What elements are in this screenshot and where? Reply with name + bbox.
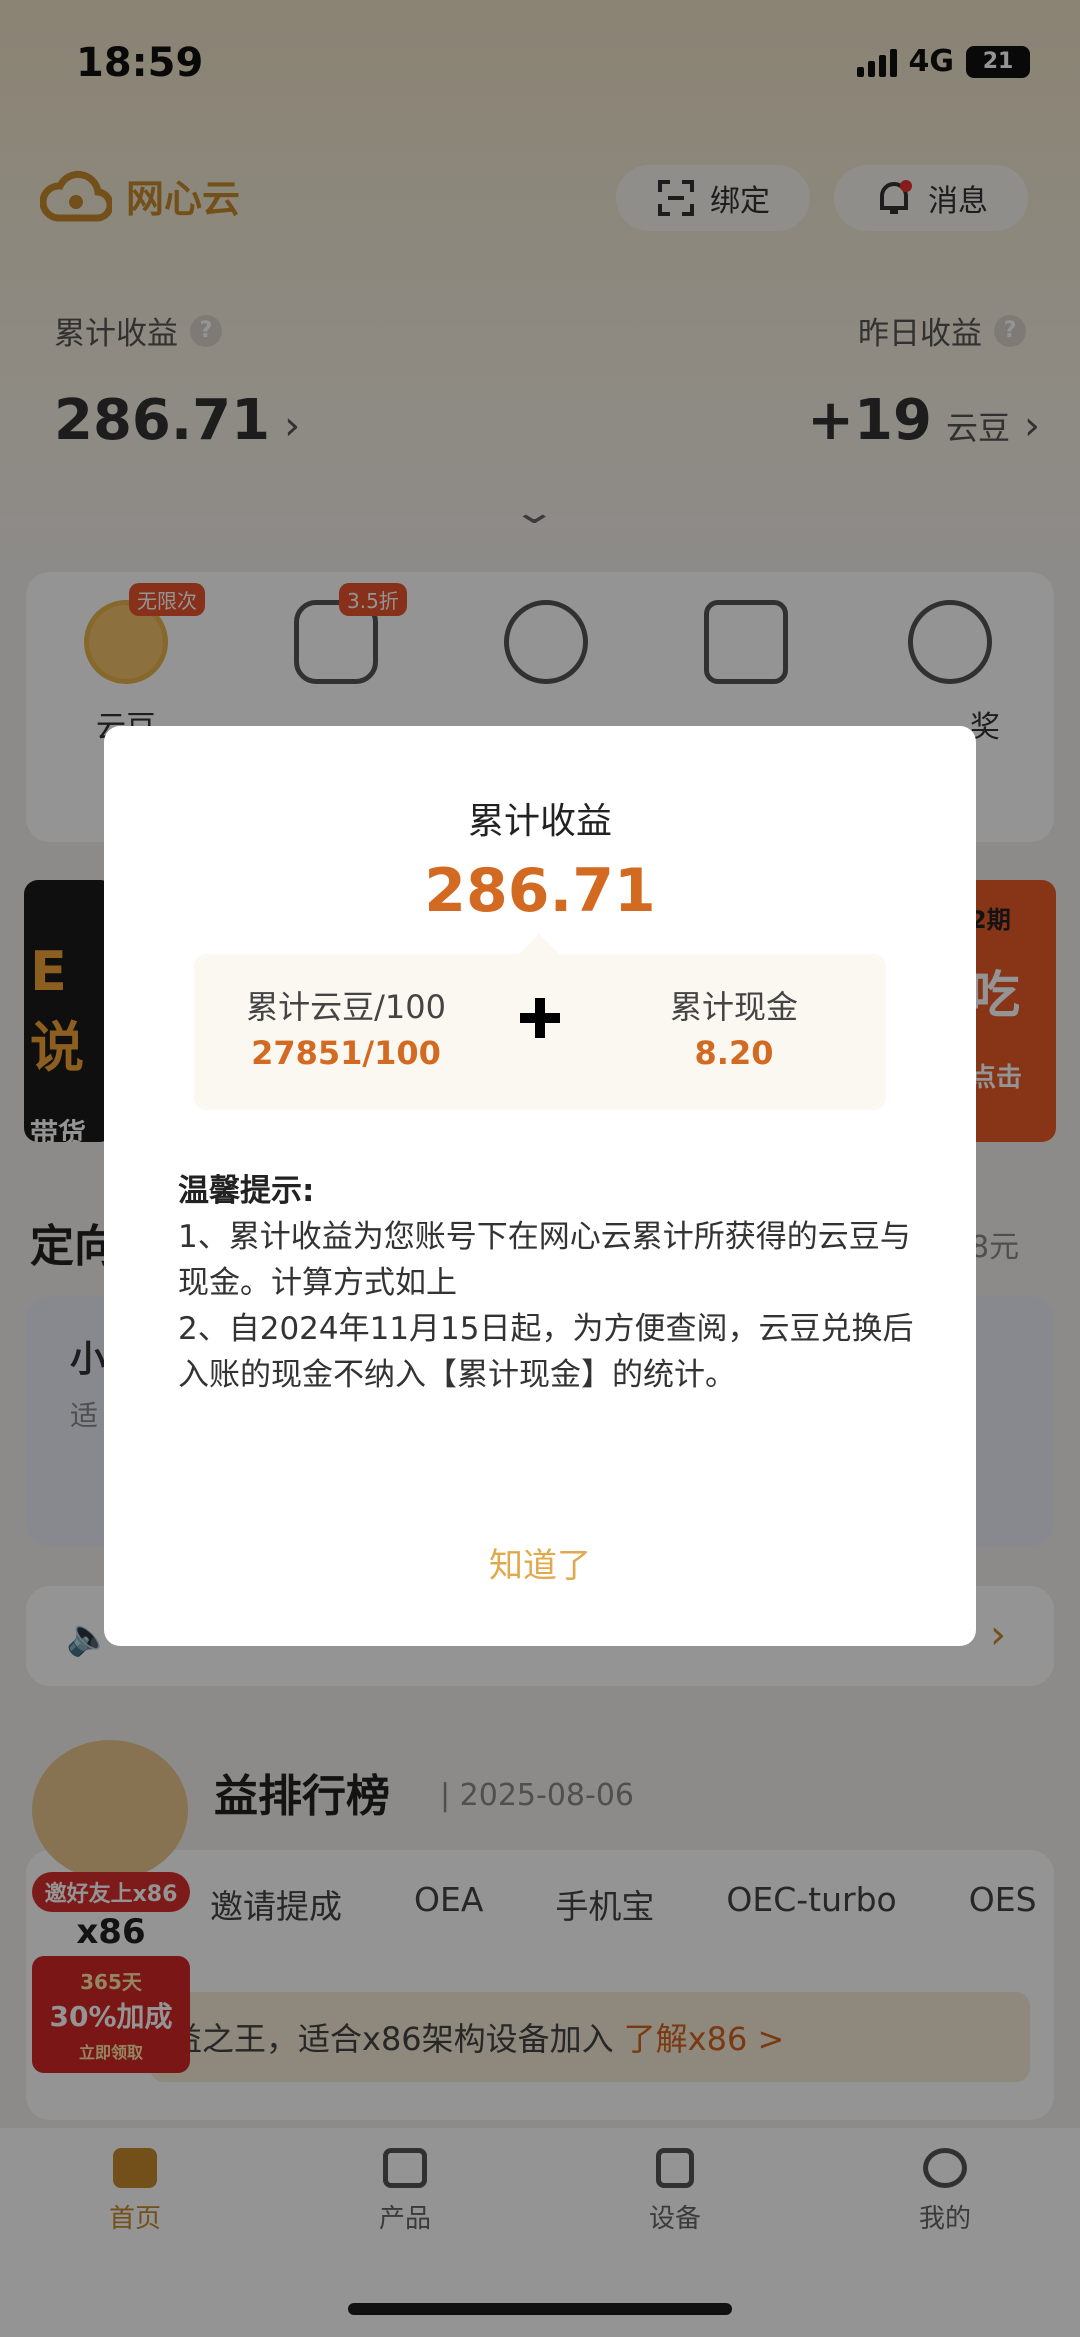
home-indicator[interactable] (348, 2303, 732, 2315)
modal-notes: 温馨提示: 1、累计收益为您账号下在网心云累计所获得的云豆与现金。计算方式如上 … (178, 1168, 918, 1398)
cash-column: 累计现金 8.20 (669, 988, 798, 1072)
confirm-button[interactable]: 知道了 (104, 1538, 976, 1587)
note-2: 2、自2024年11月15日起，为方便查阅，云豆兑换后入账的现金不纳入【累计现金… (178, 1311, 914, 1393)
plus-icon (520, 998, 560, 1038)
notes-title: 温馨提示: (178, 1173, 315, 1209)
note-1: 1、累计收益为您账号下在网心云累计所获得的云豆与现金。计算方式如上 (178, 1219, 911, 1301)
modal-total-value: 286.71 (424, 856, 656, 926)
earnings-breakdown: 累计云豆/100 27851/100 累计现金 8.20 (194, 954, 886, 1110)
earnings-modal: 累计收益 286.71 累计云豆/100 27851/100 累计现金 8.20… (104, 726, 976, 1646)
beans-column: 累计云豆/100 27851/100 (246, 988, 446, 1072)
modal-title: 累计收益 (467, 801, 612, 842)
